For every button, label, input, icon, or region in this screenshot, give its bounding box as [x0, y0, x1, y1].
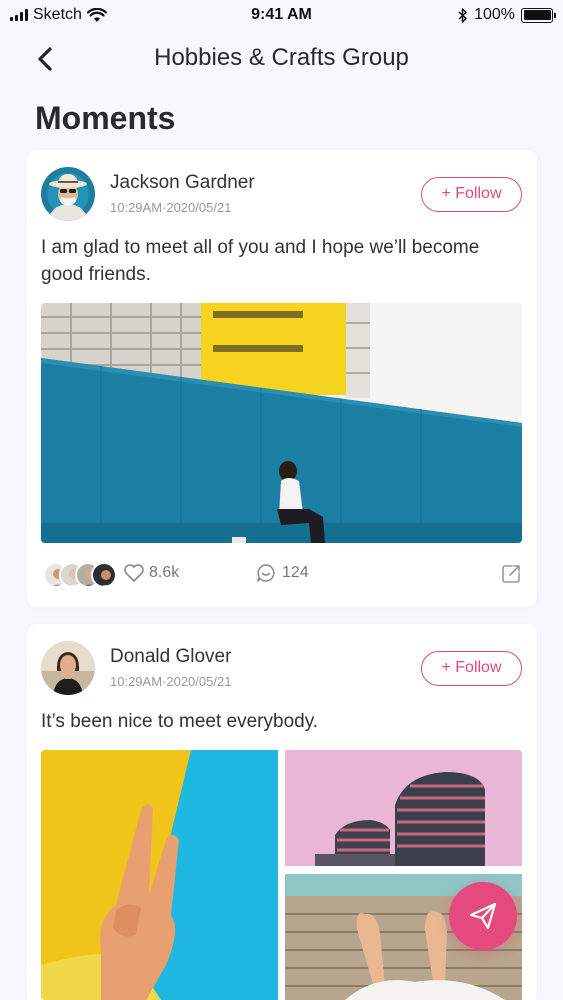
- follow-button[interactable]: + Follow: [421, 177, 522, 212]
- follow-button[interactable]: + Follow: [421, 651, 522, 686]
- battery-level: [523, 10, 551, 20]
- send-icon: [469, 902, 497, 930]
- post-card: Jackson Gardner 10:29AM·2020/05/21 + Fol…: [27, 150, 537, 607]
- page-title: Moments: [35, 100, 176, 136]
- post-actions: 8.6k 124: [41, 560, 522, 592]
- hand-photo: [41, 750, 278, 1000]
- status-right: 100%: [458, 6, 556, 24]
- heart-icon: [124, 564, 144, 582]
- post-image[interactable]: [41, 750, 278, 1000]
- battery-percent: 100%: [474, 6, 515, 23]
- avatar[interactable]: [41, 641, 95, 695]
- liker-avatars[interactable]: [43, 562, 123, 588]
- post-text: It’s been nice to meet everybody.: [41, 711, 319, 732]
- bluetooth-icon: [458, 7, 467, 23]
- building-photo: [285, 750, 522, 866]
- share-icon: [502, 565, 520, 583]
- send-button[interactable]: [449, 882, 517, 950]
- battery-icon: [521, 7, 556, 23]
- share-button[interactable]: [500, 563, 522, 585]
- post-card: Donald Glover 10:29AM·2020/05/21 + Follo…: [27, 624, 537, 1000]
- comment-count: 124: [282, 564, 309, 581]
- status-bar: Sketch 9:41 AM 100%: [0, 0, 563, 30]
- comment-button[interactable]: 124: [256, 563, 309, 583]
- nav-title: Hobbies & Crafts Group: [154, 44, 409, 71]
- like-count: 8.6k: [149, 564, 180, 581]
- comment-icon: [257, 564, 275, 582]
- post-image[interactable]: [41, 303, 522, 543]
- author-name[interactable]: Donald Glover: [110, 646, 231, 668]
- post-time: 10:29AM·2020/05/21: [110, 200, 232, 215]
- avatar-image: [41, 167, 95, 221]
- like-button[interactable]: 8.6k: [123, 563, 179, 583]
- post-photo: [41, 303, 522, 543]
- author-name[interactable]: Jackson Gardner: [110, 172, 255, 194]
- post-image[interactable]: [285, 750, 522, 866]
- liker-avatar: [91, 562, 117, 588]
- post-time: 10:29AM·2020/05/21: [110, 674, 232, 689]
- avatar-image: [41, 641, 95, 695]
- nav-bar: Hobbies & Crafts Group: [0, 34, 563, 84]
- post-text: I am glad to meet all of you and I hope …: [41, 237, 480, 285]
- avatar[interactable]: [41, 167, 95, 221]
